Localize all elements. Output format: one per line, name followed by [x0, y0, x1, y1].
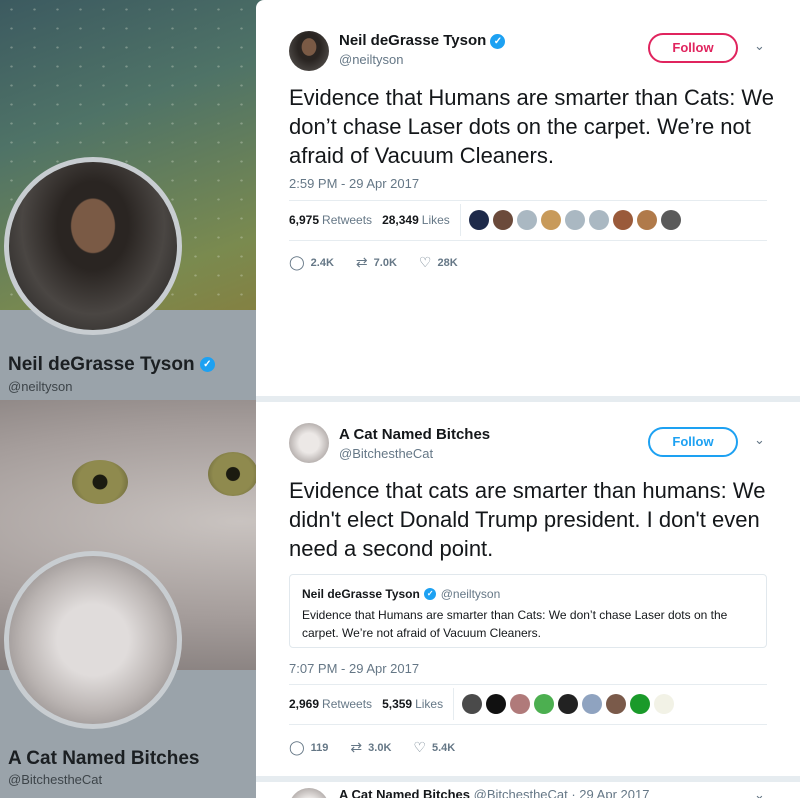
avatar[interactable]: [289, 31, 329, 71]
reply-button[interactable]: ◯ 2.4K: [289, 254, 334, 271]
liker-avatar[interactable]: [510, 694, 531, 714]
profile-name-cat[interactable]: A Cat Named Bitches: [8, 748, 199, 770]
liker-avatar[interactable]: [564, 210, 585, 230]
verified-icon: ✓: [424, 587, 437, 600]
next-tweet-header[interactable]: A Cat Named Bitches @BitchestheCat · 29 …: [339, 787, 649, 798]
retweet-button[interactable]: ⇄ 7.0K: [356, 254, 397, 271]
profile-avatar-cat[interactable]: [4, 551, 182, 729]
retweets-stat[interactable]: 2,969 Retweets: [289, 697, 372, 711]
profile-handle-cat[interactable]: @BitchestheCat: [8, 772, 102, 787]
retweet-icon: ⇄: [350, 739, 363, 755]
like-button[interactable]: ♡ 5.4K: [413, 739, 455, 756]
liker-avatar[interactable]: [660, 210, 681, 230]
author-handle[interactable]: @BitchestheCat: [339, 446, 433, 461]
liker-avatars: [468, 210, 685, 230]
divider: [289, 684, 767, 685]
retweet-icon: ⇄: [355, 254, 368, 270]
tweet-timestamp[interactable]: 2:59 PM - 29 Apr 2017: [289, 176, 419, 191]
retweet-button[interactable]: ⇄ 3.0K: [350, 739, 391, 756]
chevron-down-icon[interactable]: ⌄: [754, 787, 765, 798]
tweet-stats: 6,975 Retweets 28,349 Likes: [289, 204, 685, 236]
cat-eye-left: [72, 460, 128, 504]
divider: [289, 240, 767, 241]
reply-button[interactable]: ◯ 119: [289, 739, 328, 756]
heart-icon: ♡: [418, 254, 432, 270]
follow-button[interactable]: Follow: [648, 427, 738, 457]
liker-avatar[interactable]: [540, 210, 561, 230]
profile-name-ndt[interactable]: Neil deGrasse Tyson ✓: [8, 354, 215, 376]
author-name[interactable]: Neil deGrasse Tyson ✓: [339, 32, 506, 49]
tweet-stats: 2,969 Retweets 5,359 Likes: [289, 688, 678, 720]
avatar[interactable]: [289, 788, 329, 798]
profile-handle-ndt[interactable]: @neiltyson: [8, 379, 73, 394]
divider: [289, 200, 767, 201]
stats-separator: [459, 204, 461, 236]
verified-icon: ✓: [490, 33, 506, 49]
tweet-ndt: Neil deGrasse Tyson ✓ @neiltyson Follow …: [256, 0, 800, 300]
liker-avatar[interactable]: [636, 210, 657, 230]
liker-avatar[interactable]: [492, 210, 513, 230]
likes-stat[interactable]: 5,359 Likes: [382, 697, 443, 711]
retweets-stat[interactable]: 6,975 Retweets: [289, 213, 372, 227]
tweet-separator: [256, 396, 800, 402]
follow-button[interactable]: Follow: [648, 33, 738, 63]
liker-avatar[interactable]: [582, 694, 603, 714]
liker-avatar[interactable]: [468, 210, 489, 230]
liker-avatar[interactable]: [630, 694, 651, 714]
liker-avatar[interactable]: [516, 210, 537, 230]
tweet-actions: ◯ 119 ⇄ 3.0K ♡ 5.4K: [289, 739, 477, 756]
chevron-down-icon[interactable]: ⌄: [754, 38, 765, 54]
liker-avatar[interactable]: [486, 694, 507, 714]
quoted-author: Neil deGrasse Tyson ✓ @neiltyson: [302, 587, 501, 601]
liker-avatar[interactable]: [606, 694, 627, 714]
chevron-down-icon[interactable]: ⌄: [754, 432, 765, 448]
reply-icon: ◯: [289, 739, 305, 755]
liker-avatars: [462, 694, 678, 714]
tweet-timestamp[interactable]: 7:07 PM - 29 Apr 2017: [289, 661, 419, 676]
tweet-cat: A Cat Named Bitches @BitchestheCat Follo…: [256, 396, 800, 776]
liker-avatar[interactable]: [612, 210, 633, 230]
liker-avatar[interactable]: [654, 694, 675, 714]
author-name[interactable]: A Cat Named Bitches: [339, 426, 490, 443]
tweet-text: Evidence that cats are smarter than huma…: [289, 478, 766, 561]
tweet-text: Evidence that Humans are smarter than Ca…: [289, 85, 775, 168]
reply-icon: ◯: [289, 254, 305, 270]
stats-separator: [453, 688, 455, 720]
liker-avatar[interactable]: [588, 210, 609, 230]
quoted-text: Evidence that Humans are smarter than Ca…: [302, 608, 728, 640]
quoted-tweet[interactable]: Neil deGrasse Tyson ✓ @neiltyson Evidenc…: [289, 574, 767, 648]
like-button[interactable]: ♡ 28K: [419, 254, 458, 271]
liker-avatar[interactable]: [462, 694, 483, 714]
liker-avatar[interactable]: [558, 694, 579, 714]
tweet-separator: [256, 776, 800, 782]
divider: [289, 724, 767, 725]
tweet-actions: ◯ 2.4K ⇄ 7.0K ♡ 28K: [289, 254, 480, 271]
verified-icon: ✓: [199, 357, 215, 373]
likes-stat[interactable]: 28,349 Likes: [382, 213, 450, 227]
avatar[interactable]: [289, 423, 329, 463]
heart-icon: ♡: [413, 739, 426, 755]
cat-eye-right: [208, 452, 258, 496]
author-handle[interactable]: @neiltyson: [339, 52, 404, 67]
profile-avatar-ndt[interactable]: [4, 157, 182, 335]
liker-avatar[interactable]: [534, 694, 555, 714]
